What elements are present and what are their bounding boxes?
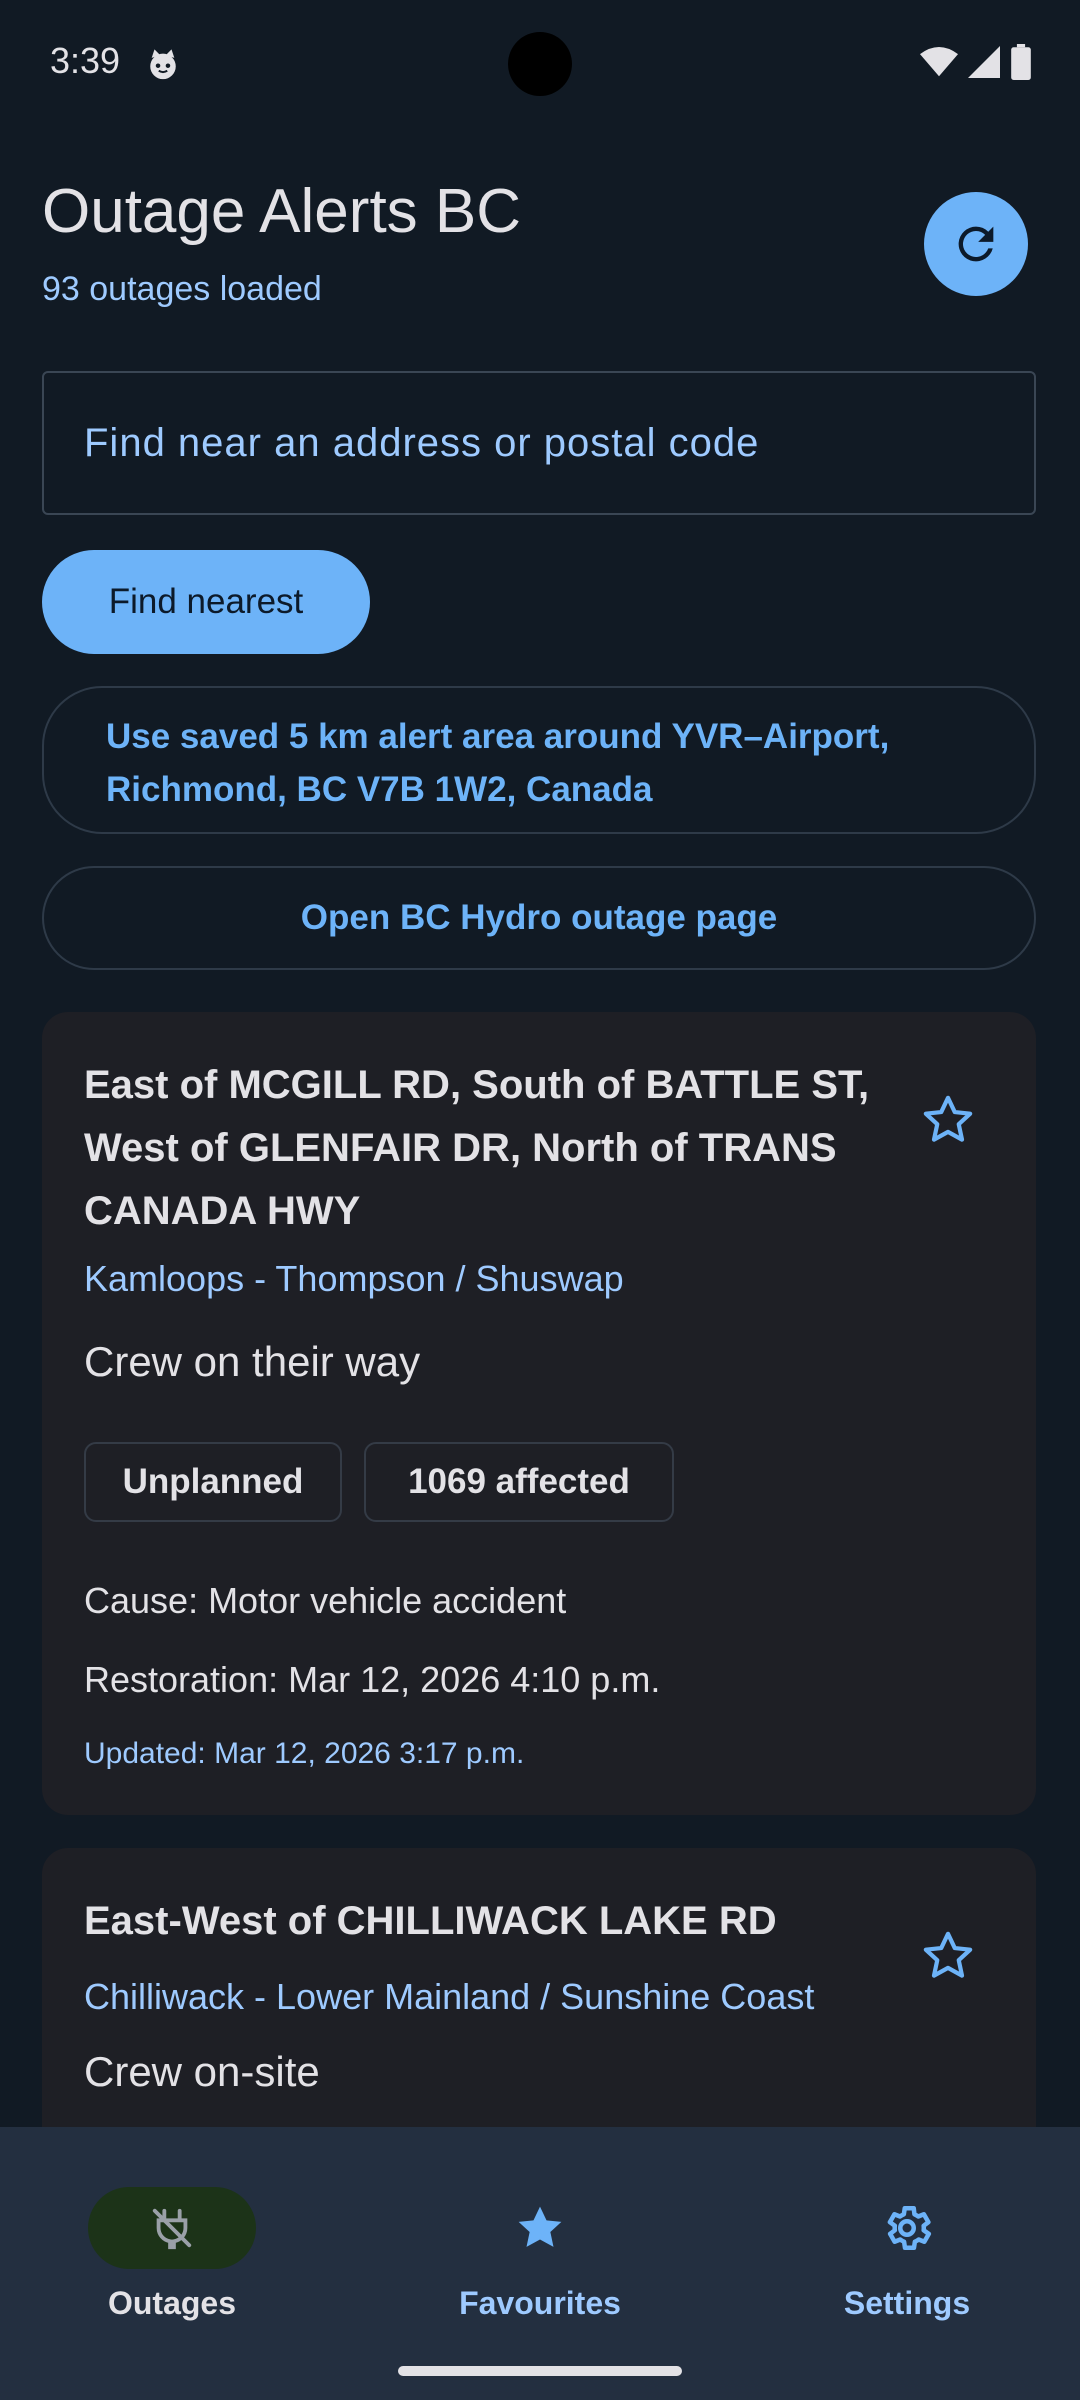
nav-active-indicator [88,2187,256,2269]
power-off-icon [152,2208,192,2250]
outage-location: East-West of CHILLIWACK LAKE RD [84,1899,777,1943]
outage-cause: Cause: Motor vehicle accident [84,1580,567,1621]
nav-label-outages: Outages [107,2285,237,2321]
affected-count-chip: 1069 affected [364,1442,674,1522]
nav-label-settings: Settings [843,2285,971,2321]
outage-card[interactable]: East of MCGILL RD, South of BATTLE ST, W… [42,1012,1036,1815]
status-time: 3:39 [50,40,121,81]
outage-restoration: Restoration: Mar 12, 2026 4:10 p.m. [84,1659,661,1700]
camera-cutout [508,32,572,96]
outage-location: East of MCGILL RD, South of BATTLE ST, W… [84,1063,870,1233]
find-nearest-button[interactable]: Find nearest [42,550,370,654]
outage-type-chip: Unplanned [84,1442,342,1522]
cat-notification-icon [150,49,176,80]
bottom-navigation: Outages Favourites Settings [0,2127,1080,2400]
favourite-star-icon[interactable] [920,1092,976,1148]
outage-status: Crew on-site [84,2048,320,2095]
outage-status: Crew on their way [84,1338,421,1385]
open-bc-hydro-button[interactable]: Open BC Hydro outage page [42,866,1036,970]
refresh-icon [958,226,994,262]
status-bar: 3:39 [0,0,1080,130]
outage-region: Chilliwack - Lower Mainland / Sunshine C… [84,1976,815,2017]
star-icon [518,2206,562,2247]
saved-alert-area-button[interactable]: Use saved 5 km alert area around YVR–Air… [42,686,1036,834]
nav-icon-container [823,2187,991,2269]
gear-icon [887,2205,932,2251]
nav-item-favourites[interactable]: Favourites [410,2157,670,2321]
nav-label-favourites: Favourites [459,2285,621,2321]
outage-updated: Updated: Mar 12, 2026 3:17 p.m. [84,1737,525,1770]
cell-signal-icon [968,46,1000,78]
battery-icon [1011,44,1031,80]
home-gesture-bar[interactable] [398,2366,682,2376]
outage-region: Kamloops - Thompson / Shuswap [84,1258,624,1299]
app-title: Outage Alerts BC [42,177,522,246]
nav-item-settings[interactable]: Settings [777,2157,1037,2321]
refresh-button[interactable] [924,192,1028,296]
favourite-star-icon[interactable] [920,1928,976,1984]
address-search-input[interactable] [42,371,1036,515]
system-icons [920,44,1032,80]
outage-count: 93 outages loaded [42,270,322,308]
nav-icon-container [456,2187,624,2269]
nav-item-outages[interactable]: Outages [42,2157,302,2321]
wifi-icon [920,46,958,77]
